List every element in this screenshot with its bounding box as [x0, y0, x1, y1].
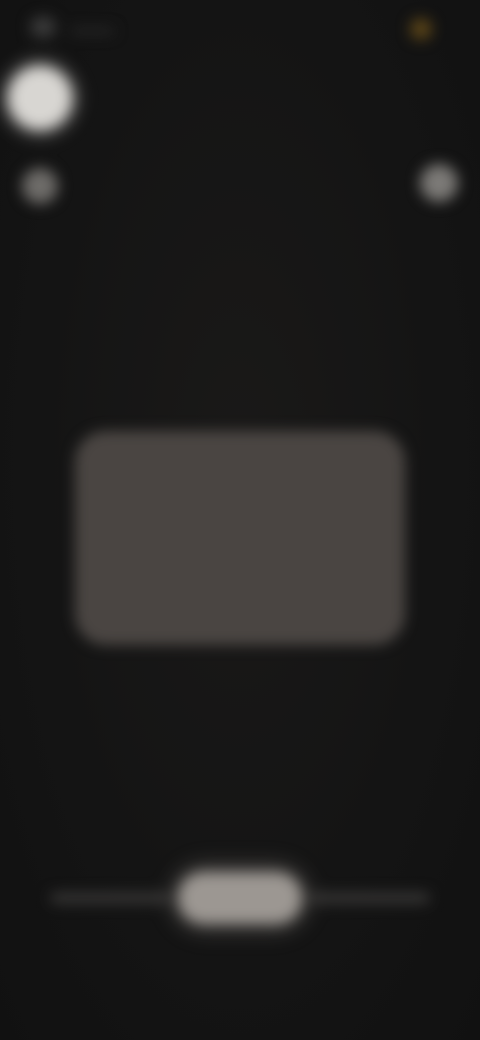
circle-icon[interactable] — [8, 66, 72, 130]
content-card[interactable] — [76, 432, 404, 644]
bottom-track-right — [310, 893, 430, 903]
bottom-track-left — [50, 893, 170, 903]
status-text-placeholder — [70, 28, 114, 34]
status-icon — [30, 16, 56, 38]
screen — [0, 0, 480, 1040]
blurred-content — [0, 0, 480, 1040]
bottom-handle-button[interactable] — [178, 872, 302, 924]
dot-icon[interactable] — [22, 168, 58, 204]
status-bar-left — [30, 16, 114, 38]
notification-icon — [410, 18, 432, 40]
right-dot-icon[interactable] — [420, 164, 458, 202]
status-bar — [0, 0, 480, 56]
